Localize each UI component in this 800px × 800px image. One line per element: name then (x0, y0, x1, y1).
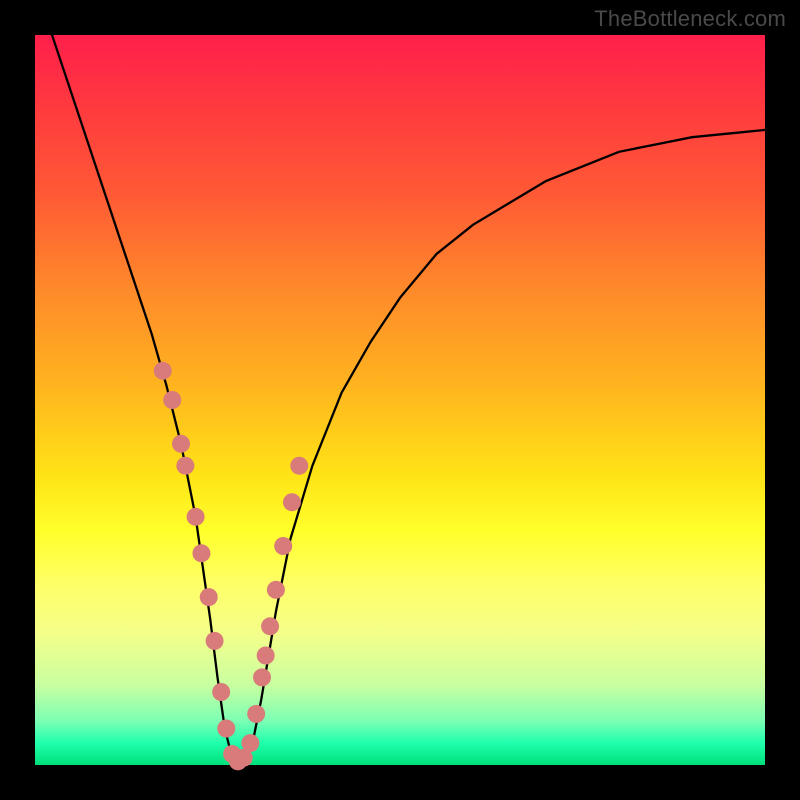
marker-dot (283, 493, 301, 511)
curve-svg (35, 35, 765, 765)
marker-dot (267, 581, 285, 599)
bottleneck-curve (35, 0, 765, 765)
marker-dot (206, 632, 224, 650)
marker-dot (200, 588, 218, 606)
marker-dot (172, 435, 190, 453)
marker-dot (163, 391, 181, 409)
marker-dot (187, 508, 205, 526)
marker-dot (192, 544, 210, 562)
marker-dot (253, 668, 271, 686)
marker-dot (247, 705, 265, 723)
marker-dot (261, 617, 279, 635)
marker-dot (241, 734, 259, 752)
marker-dot (290, 457, 308, 475)
watermark-text: TheBottleneck.com (594, 6, 786, 32)
marker-dot (274, 537, 292, 555)
marker-dot (257, 647, 275, 665)
marker-dot (212, 683, 230, 701)
plot-area (35, 35, 765, 765)
marker-dot (176, 457, 194, 475)
marker-dot (154, 362, 172, 380)
marker-dot (217, 720, 235, 738)
chart-frame: TheBottleneck.com (0, 0, 800, 800)
